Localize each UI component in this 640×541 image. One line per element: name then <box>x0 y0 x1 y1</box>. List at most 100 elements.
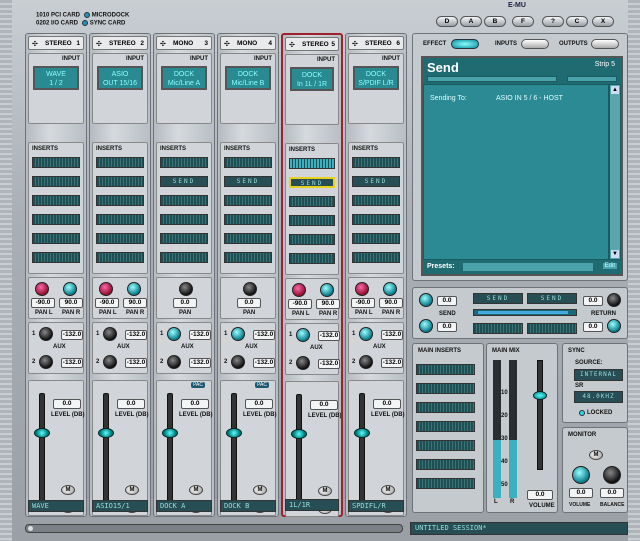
insert-slot[interactable] <box>96 195 144 206</box>
pan-right-value[interactable]: 90.0 <box>316 299 340 309</box>
level-fader-thumb[interactable] <box>98 428 114 438</box>
effect-param-bar[interactable] <box>427 76 557 82</box>
aux2-value[interactable]: -132.0 <box>125 358 147 368</box>
window-button-5[interactable]: C <box>566 16 588 27</box>
insert-slot[interactable] <box>160 157 208 168</box>
main-insert-slot[interactable] <box>416 440 475 451</box>
pan-left-value[interactable]: -90.0 <box>288 299 312 309</box>
pan-knob[interactable] <box>179 282 193 296</box>
insert-slot[interactable] <box>32 233 80 244</box>
strip-5[interactable]: ✣ STEREO 5 INPUT DOCK In 1L / 1R INSERTS SEND -9… <box>281 33 343 517</box>
channel-name[interactable]: 1L/1R <box>285 499 339 511</box>
send-slot-1[interactable]: SEND <box>473 293 523 304</box>
sync-sr-display[interactable]: 48.0KHZ <box>574 391 623 403</box>
strip-3[interactable]: ✣ MONO 3 INPUT DOCK Mic/Line A INSERTS SEND 0.0 P… <box>153 33 215 517</box>
pan-right-knob[interactable] <box>63 282 77 296</box>
aux1-knob[interactable] <box>359 327 373 341</box>
insert-slot[interactable] <box>352 157 400 168</box>
insert-slot[interactable] <box>289 196 335 207</box>
mute-button[interactable]: M <box>253 485 267 495</box>
aux2-knob[interactable] <box>231 355 245 369</box>
input-display[interactable]: WAVE 1 / 2 <box>33 66 79 90</box>
insert-slot[interactable] <box>160 252 208 263</box>
scroll-left-icon[interactable] <box>28 526 33 531</box>
strip-header[interactable]: ✣ MONO 4 <box>220 36 276 50</box>
insert-slot[interactable] <box>96 176 144 187</box>
return-knob-1[interactable] <box>607 293 621 307</box>
pan-left-knob[interactable] <box>355 282 369 296</box>
insert-slot[interactable]: SEND <box>160 176 208 187</box>
channel-name[interactable]: SPDIFL/R <box>348 500 404 512</box>
pan-left-knob[interactable] <box>292 283 306 297</box>
send-value-1[interactable]: 0.0 <box>437 296 457 306</box>
aux2-knob[interactable] <box>39 355 53 369</box>
mute-button[interactable]: M <box>61 485 75 495</box>
main-insert-slot[interactable] <box>416 459 475 470</box>
insert-slot[interactable]: SEND <box>352 176 400 187</box>
channel-name[interactable]: WAVE <box>28 500 84 512</box>
effect-param-bar-2[interactable] <box>567 76 617 82</box>
window-button-6[interactable]: X <box>592 16 614 27</box>
insert-slot[interactable] <box>224 233 272 244</box>
pan-right-knob[interactable] <box>320 283 334 297</box>
send-return-fader[interactable] <box>473 309 577 316</box>
pan-left-value[interactable]: -90.0 <box>351 298 375 308</box>
channel-name[interactable]: DOCK B <box>220 500 276 512</box>
insert-slot[interactable] <box>289 234 335 245</box>
strip-4[interactable]: ✣ MONO 4 INPUT DOCK Mic/Line B INSERTS SEND 0.0 P… <box>217 33 279 517</box>
insert-slot[interactable] <box>289 215 335 226</box>
sync-source-display[interactable]: INTERNAL <box>574 369 623 381</box>
insert-slot[interactable] <box>224 157 272 168</box>
insert-slot[interactable] <box>160 233 208 244</box>
main-volume-value[interactable]: 0.0 <box>527 490 553 500</box>
insert-slot[interactable] <box>289 158 335 169</box>
channel-name[interactable]: DOCK A <box>156 500 212 512</box>
tab-effect-button[interactable] <box>451 39 479 49</box>
main-insert-slot[interactable] <box>416 478 475 489</box>
pan-knob[interactable] <box>243 282 257 296</box>
strip-header[interactable]: ✣ STEREO 6 <box>348 36 404 50</box>
pan-left-value[interactable]: -90.0 <box>31 298 55 308</box>
window-button-1[interactable]: A <box>460 16 482 27</box>
insert-slot[interactable]: SEND <box>289 177 335 188</box>
monitor-balance-knob[interactable] <box>603 466 621 484</box>
mute-button[interactable]: M <box>125 485 139 495</box>
aux2-value[interactable]: -132.0 <box>61 358 83 368</box>
tab-outputs[interactable]: OUTPUTS <box>559 41 588 47</box>
aux1-value[interactable]: -132.0 <box>125 330 147 340</box>
aux1-value[interactable]: -132.0 <box>318 331 340 341</box>
return-value-2[interactable]: 0.0 <box>583 322 603 332</box>
aux2-knob[interactable] <box>167 355 181 369</box>
scroll-up-icon[interactable]: ▲ <box>611 86 619 94</box>
level-value[interactable]: 0.0 <box>117 399 145 409</box>
send-knob-2[interactable] <box>419 319 433 333</box>
mute-button[interactable]: M <box>318 486 332 496</box>
aux1-value[interactable]: -132.0 <box>253 330 275 340</box>
strip-header[interactable]: ✣ MONO 3 <box>156 36 212 50</box>
strip-header[interactable]: ✣ STEREO 5 <box>285 37 339 51</box>
pan-value[interactable]: 0.0 <box>237 298 261 308</box>
insert-slot[interactable] <box>32 214 80 225</box>
return-value-1[interactable]: 0.0 <box>583 296 603 306</box>
insert-slot[interactable] <box>32 176 80 187</box>
fx-badge[interactable]: PAC <box>255 382 269 388</box>
main-volume-fader[interactable] <box>533 360 547 470</box>
monitor-volume-knob[interactable] <box>572 466 590 484</box>
strip-header[interactable]: ✣ STEREO 2 <box>92 36 148 50</box>
insert-slot[interactable] <box>32 195 80 206</box>
aux1-knob[interactable] <box>231 327 245 341</box>
monitor-volume-value[interactable]: 0.0 <box>569 488 593 498</box>
pan-right-knob[interactable] <box>383 282 397 296</box>
pan-left-knob[interactable] <box>35 282 49 296</box>
insert-slot[interactable] <box>352 233 400 244</box>
aux1-value[interactable]: -132.0 <box>381 330 403 340</box>
strip-header[interactable]: ✣ STEREO 1 <box>28 36 84 50</box>
insert-slot[interactable] <box>352 252 400 263</box>
aux2-value[interactable]: -132.0 <box>189 358 211 368</box>
pan-right-value[interactable]: 90.0 <box>379 298 403 308</box>
pan-left-knob[interactable] <box>99 282 113 296</box>
aux1-knob[interactable] <box>296 328 310 342</box>
strip-scrollbar[interactable] <box>25 524 403 533</box>
return-knob-2[interactable] <box>607 319 621 333</box>
level-fader[interactable] <box>98 393 114 505</box>
